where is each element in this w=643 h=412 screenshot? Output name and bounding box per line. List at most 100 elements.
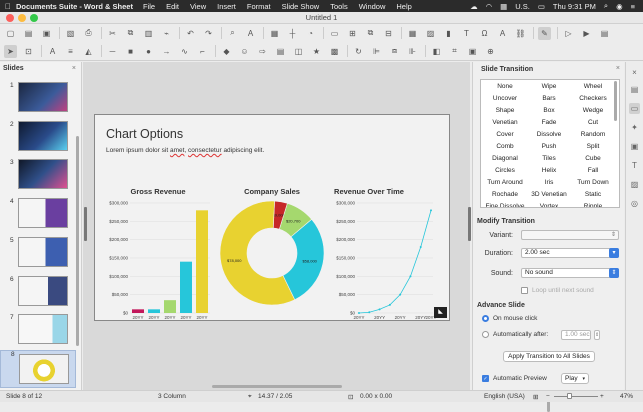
draw-functions-icon[interactable]: ✎: [538, 26, 551, 40]
zoom-slider-knob[interactable]: [567, 393, 572, 399]
transition-option[interactable]: Helix: [527, 167, 571, 174]
slide-thumb-4[interactable]: 4: [0, 198, 76, 232]
text-icon[interactable]: A: [46, 45, 59, 58]
copy-icon[interactable]: ⧉: [124, 27, 137, 40]
redo-icon[interactable]: ↷: [202, 27, 215, 40]
transition-option[interactable]: Tiles: [527, 155, 571, 162]
transition-option[interactable]: Push: [527, 143, 571, 150]
spelling-icon[interactable]: A: [244, 27, 257, 40]
transition-option[interactable]: Bars: [527, 95, 571, 102]
symbol-shapes-icon[interactable]: ☺: [238, 45, 251, 58]
helplines-icon[interactable]: ┼: [286, 27, 299, 40]
slides-scrollbar[interactable]: [76, 136, 79, 346]
navigator-icon[interactable]: ◎: [629, 198, 640, 209]
left-splitter-handle[interactable]: [84, 207, 87, 241]
new-slide-icon[interactable]: ⊞: [346, 27, 359, 40]
automatically-after-radio[interactable]: Automatically after:: [482, 331, 548, 338]
search-icon[interactable]: ⌕: [604, 1, 608, 11]
siri-icon[interactable]: ◉: [616, 2, 623, 11]
transition-option[interactable]: Fade: [527, 119, 571, 126]
close-icon[interactable]: ×: [72, 65, 76, 72]
basic-shapes-icon[interactable]: ◆: [220, 45, 233, 58]
callouts-icon[interactable]: ◫: [292, 45, 305, 58]
master-slides-icon[interactable]: ▣: [629, 141, 640, 152]
slide-thumb-8[interactable]: 8: [0, 350, 76, 388]
transition-option[interactable]: Cut: [571, 119, 615, 126]
new-icon[interactable]: ▢: [4, 27, 17, 40]
menu-window[interactable]: Window: [359, 2, 386, 11]
close-sidebar-icon[interactable]: ×: [629, 67, 640, 78]
start-current-slide-icon[interactable]: ▶: [580, 27, 593, 40]
gallery-icon[interactable]: ▨: [629, 179, 640, 190]
apply-to-all-button[interactable]: Apply Transition to All Slides: [503, 351, 595, 362]
textbox-icon[interactable]: T: [460, 27, 473, 40]
close-icon[interactable]: ×: [616, 65, 620, 72]
image-icon[interactable]: ▨: [424, 27, 437, 40]
transition-option[interactable]: Comb: [483, 143, 527, 150]
duplicate-slide-icon[interactable]: ⧉: [364, 27, 377, 40]
stars-icon[interactable]: ★: [310, 45, 323, 58]
start-first-slide-icon[interactable]: ▷: [562, 27, 575, 40]
display-grid-icon[interactable]: ▦: [268, 27, 281, 40]
transition-option[interactable]: Rochade: [483, 191, 527, 198]
transition-option[interactable]: Static: [571, 191, 615, 198]
3d-objects-icon[interactable]: ▩: [328, 45, 341, 58]
auto-time-field[interactable]: 1.00 sec: [561, 330, 591, 340]
app-menu[interactable]: Documents Suite - Word & Sheet: [16, 2, 133, 11]
transition-option[interactable]: Ripple: [571, 203, 615, 207]
print-icon[interactable]: ⎙: [82, 27, 95, 40]
transition-option[interactable]: Split: [571, 143, 615, 150]
line-color-icon[interactable]: ≡: [64, 45, 77, 58]
paste-icon[interactable]: ▥: [142, 27, 155, 40]
flag-icon[interactable]: ▦: [500, 2, 507, 11]
ellipse-icon[interactable]: ●: [142, 45, 155, 58]
menu-help[interactable]: Help: [396, 2, 411, 11]
zoom-out-icon[interactable]: −: [546, 393, 550, 400]
zoom-slider[interactable]: [554, 396, 598, 397]
slide-thumb-2[interactable]: 2: [0, 121, 76, 155]
rotate-icon[interactable]: ↻: [352, 45, 365, 58]
slide-thumb-1[interactable]: 1: [0, 82, 76, 116]
menu-view[interactable]: View: [190, 2, 206, 11]
screen-icon[interactable]: ▭: [538, 2, 545, 11]
delete-slide-icon[interactable]: ⊟: [382, 27, 395, 40]
menu-insert[interactable]: Insert: [217, 2, 236, 11]
toggle-extrusion-icon[interactable]: ⊕: [484, 45, 497, 58]
export-pdf-icon[interactable]: ▧: [64, 27, 77, 40]
transition-option[interactable]: Diagonal: [483, 155, 527, 162]
fill-color-icon[interactable]: ◭: [82, 45, 95, 58]
zoom-icon[interactable]: ⊡: [22, 45, 35, 58]
line-icon[interactable]: ─: [106, 45, 119, 58]
transition-option[interactable]: Turn Down: [571, 179, 615, 186]
transition-list[interactable]: None Wipe Wheel Uncover Bars Checkers Shape Box…: [480, 79, 620, 208]
transition-option[interactable]: Circles: [483, 167, 527, 174]
animation-icon[interactable]: ✦: [629, 122, 640, 133]
arrow-line-icon[interactable]: →: [160, 45, 173, 58]
transition-option[interactable]: Uncover: [483, 95, 527, 102]
slide-thumb-7[interactable]: 7: [0, 314, 76, 348]
transition-option[interactable]: Wipe: [527, 83, 571, 90]
clone-format-icon[interactable]: ⌁: [160, 27, 173, 40]
slide-canvas[interactable]: Chart Options Lorem ipsum dolor sit amet…: [94, 114, 450, 321]
zoom-pan-icon[interactable]: ◔: [304, 27, 317, 40]
transition-option[interactable]: Wedge: [571, 107, 615, 114]
hyperlink-icon[interactable]: ⛓: [514, 27, 527, 40]
select-icon[interactable]: ➤: [4, 44, 17, 58]
fit-slide-icon[interactable]: ⊞: [533, 393, 538, 401]
transition-list-scrollbar[interactable]: [614, 81, 617, 121]
transition-option[interactable]: 3D Venetian: [527, 191, 571, 198]
shadow-icon[interactable]: ◧: [430, 45, 443, 58]
filter-icon[interactable]: ▣: [466, 45, 479, 58]
transition-option[interactable]: Fine Dissolve: [483, 203, 527, 207]
transition-option[interactable]: Wheel: [571, 83, 615, 90]
editor-horizontal-scrollbar[interactable]: [212, 385, 342, 388]
language[interactable]: English (USA): [484, 393, 525, 400]
automatic-preview-checkbox[interactable]: ✓ Automatic Preview: [482, 375, 547, 382]
block-arrows-icon[interactable]: ⇨: [256, 45, 269, 58]
styles-icon[interactable]: T: [629, 160, 640, 171]
open-icon[interactable]: ▤: [22, 27, 35, 40]
transition-option[interactable]: Fall: [571, 167, 615, 174]
sound-select[interactable]: No sound ⇕: [521, 268, 619, 278]
menu-slide-show[interactable]: Slide Show: [282, 2, 320, 11]
rectangle-icon[interactable]: ■: [124, 45, 137, 58]
